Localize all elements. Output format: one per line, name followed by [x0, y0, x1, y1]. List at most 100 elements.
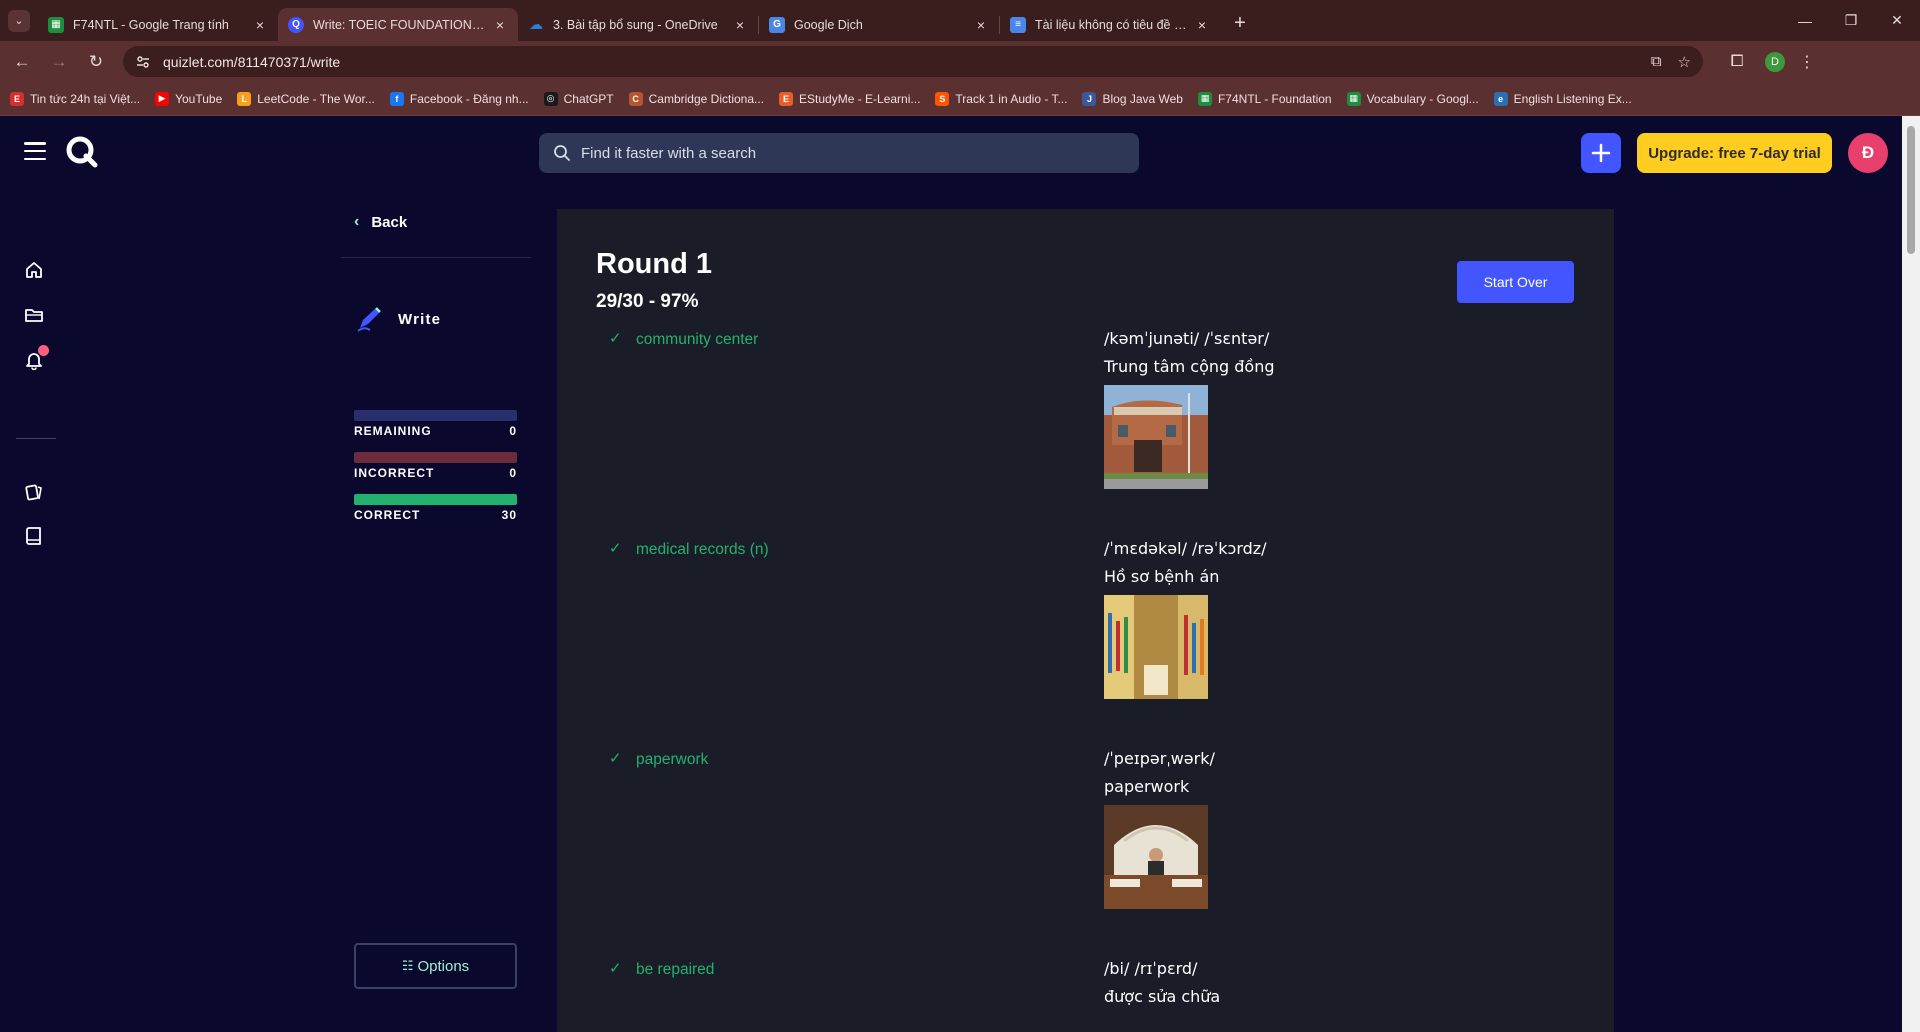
- browser-tab-translate[interactable]: G Google Dịch ×: [759, 8, 999, 41]
- extensions-puzzle-icon[interactable]: ⧠: [1721, 53, 1753, 71]
- upgrade-button[interactable]: Upgrade: free 7-day trial: [1637, 133, 1832, 173]
- back-button[interactable]: ‹ Back: [354, 213, 407, 231]
- rail-divider: [16, 438, 56, 439]
- quizlet-logo[interactable]: [64, 134, 98, 168]
- bookmark-label: Tin tức 24h tại Việt...: [30, 91, 141, 106]
- tab-label: Tài liệu không có tiêu đề - Google: [1035, 17, 1188, 32]
- stat-value: 0: [509, 424, 517, 438]
- home-icon[interactable]: [22, 258, 46, 282]
- close-icon[interactable]: ×: [732, 17, 748, 33]
- phonetic-text: /ˈmɛdəkəl/ /rəˈkɔrdz/: [1104, 539, 1267, 558]
- browser-tab-sheets[interactable]: ▦ F74NTL - Google Trang tính ×: [38, 8, 278, 41]
- bookmark-star-icon[interactable]: ☆: [1678, 53, 1691, 71]
- restore-icon[interactable]: ❐: [1828, 0, 1874, 41]
- bookmark-item[interactable]: ◎ ChatGPT: [543, 91, 614, 106]
- community-center-photo[interactable]: [1104, 385, 1208, 489]
- page-scrollbar[interactable]: [1902, 116, 1920, 1032]
- bookmark-label: Vocabulary - Googl...: [1366, 91, 1479, 106]
- study-mode: Write: [354, 304, 441, 334]
- bookmark-label: Blog Java Web: [1102, 91, 1183, 106]
- docs-icon: ≡: [1010, 16, 1026, 33]
- create-plus-button[interactable]: [1581, 133, 1621, 173]
- bookmark-label: LeetCode - The Wor...: [257, 91, 375, 106]
- scrollbar-thumb[interactable]: [1907, 126, 1915, 254]
- search-input[interactable]: Find it faster with a search: [539, 133, 1139, 173]
- start-over-button[interactable]: Start Over: [1457, 261, 1574, 303]
- tab-search-chevron-icon[interactable]: ⌄: [8, 9, 30, 32]
- bookmark-item[interactable]: L LeetCode - The Wor...: [237, 91, 375, 106]
- install-app-icon[interactable]: ⧉: [1651, 53, 1662, 70]
- divider: [341, 257, 531, 258]
- back-arrow-icon[interactable]: ←: [7, 47, 37, 77]
- stat-incorrect: INCORRECT 0: [354, 452, 517, 480]
- bookmark-label: Facebook - Đăng nh...: [409, 91, 529, 106]
- paperwork-photo[interactable]: [1104, 805, 1208, 909]
- bookmark-item[interactable]: J Blog Java Web: [1082, 91, 1183, 106]
- browser-tab-quizlet[interactable]: Q Write: TOEIC FOUNDATION - LESSON ×: [278, 8, 518, 41]
- hamburger-menu-icon[interactable]: [24, 142, 46, 160]
- close-icon[interactable]: ×: [973, 17, 989, 33]
- bookmark-label: Track 1 in Audio - T...: [955, 91, 1068, 106]
- bookmark-label: YouTube: [175, 91, 223, 106]
- minimize-icon[interactable]: —: [1782, 0, 1828, 41]
- stat-label: INCORRECT: [354, 466, 435, 480]
- address-bar[interactable]: quizlet.com/811470371/write ⧉ ☆: [123, 46, 1703, 77]
- more-menu-icon[interactable]: ⋮: [1797, 52, 1817, 72]
- bookmark-item[interactable]: S Track 1 in Audio - T...: [935, 91, 1068, 106]
- user-avatar[interactable]: Đ: [1848, 133, 1888, 173]
- bookmark-item[interactable]: f Facebook - Đăng nh...: [389, 91, 529, 106]
- close-window-icon[interactable]: ✕: [1874, 0, 1920, 41]
- options-button[interactable]: ☷ Options: [354, 943, 517, 989]
- folder-icon[interactable]: [22, 303, 46, 327]
- bookmark-item[interactable]: E EStudyMe - E-Learni...: [779, 91, 921, 106]
- book-icon[interactable]: [22, 524, 46, 548]
- profile-avatar[interactable]: D: [1765, 51, 1785, 72]
- site-header: Find it faster with a search Upgrade: fr…: [0, 116, 1902, 188]
- bookmark-item[interactable]: C Cambridge Dictiona...: [628, 91, 764, 106]
- notifications-bell-icon[interactable]: [22, 345, 49, 372]
- reload-icon[interactable]: ↻: [81, 47, 111, 77]
- bookmark-item[interactable]: E Tin tức 24h tại Việt...: [10, 91, 141, 106]
- tab-label: Write: TOEIC FOUNDATION - LESSON: [313, 17, 486, 32]
- options-label: Options: [417, 957, 470, 975]
- progress-bar: [354, 452, 517, 463]
- close-icon[interactable]: ×: [1194, 17, 1210, 33]
- definition-text: Hồ sơ bệnh án: [1104, 567, 1220, 586]
- bookmark-favicon-icon: E: [779, 91, 794, 106]
- definition-text: paperwork: [1104, 777, 1190, 796]
- tab-label: 3. Bài tập bổ sung - OneDrive: [553, 17, 718, 32]
- forward-arrow-icon[interactable]: →: [44, 47, 74, 77]
- bookmarks-bar: E Tin tức 24h tại Việt... ▶ YouTube L LeetCod…: [0, 82, 1920, 116]
- plus-icon: [1591, 143, 1611, 163]
- close-icon[interactable]: ×: [492, 17, 508, 33]
- site-info-icon[interactable]: [135, 54, 151, 70]
- new-tab-icon[interactable]: +: [1226, 10, 1254, 38]
- stat-value: 0: [509, 466, 517, 480]
- bookmark-label: F74NTL - Foundation: [1217, 91, 1332, 106]
- browser-tab-docs[interactable]: ≡ Tài liệu không có tiêu đề - Google ×: [1000, 8, 1220, 41]
- bookmark-favicon-icon: ◎: [543, 91, 558, 106]
- browser-tab-onedrive[interactable]: ☁ 3. Bài tập bổ sung - OneDrive ×: [518, 8, 758, 41]
- checkmark-icon: ✓: [609, 750, 622, 767]
- stat-remaining: REMAINING 0: [354, 410, 517, 438]
- url-text: quizlet.com/811470371/write: [163, 53, 341, 70]
- definition-text: Trung tâm cộng đồng: [1104, 357, 1275, 376]
- bookmark-item[interactable]: ▦ F74NTL - Foundation: [1197, 91, 1332, 106]
- progress-bar: [354, 410, 517, 421]
- close-icon[interactable]: ×: [252, 17, 268, 33]
- bookmark-item[interactable]: e English Listening Ex...: [1493, 91, 1632, 106]
- bookmark-item[interactable]: ▶ YouTube: [155, 91, 223, 106]
- definition-text: được sửa chữa: [1104, 987, 1221, 1006]
- bookmark-label: EStudyMe - E-Learni...: [799, 91, 921, 106]
- bookmark-item[interactable]: ▦ Vocabulary - Googl...: [1346, 91, 1479, 106]
- medical-records-photo[interactable]: [1104, 595, 1208, 699]
- flashcards-icon[interactable]: [22, 480, 46, 504]
- quizlet-page: Find it faster with a search Upgrade: fr…: [0, 116, 1902, 1032]
- bookmark-favicon-icon: L: [237, 91, 252, 106]
- round-title: Round 1: [596, 248, 712, 280]
- stat-correct: CORRECT 30: [354, 494, 517, 522]
- phonetic-text: /bi/ /rɪˈpɛrd/: [1104, 959, 1198, 978]
- bookmark-favicon-icon: C: [628, 91, 643, 106]
- mode-label: Write: [398, 310, 442, 328]
- tab-label: Google Dịch: [794, 17, 863, 32]
